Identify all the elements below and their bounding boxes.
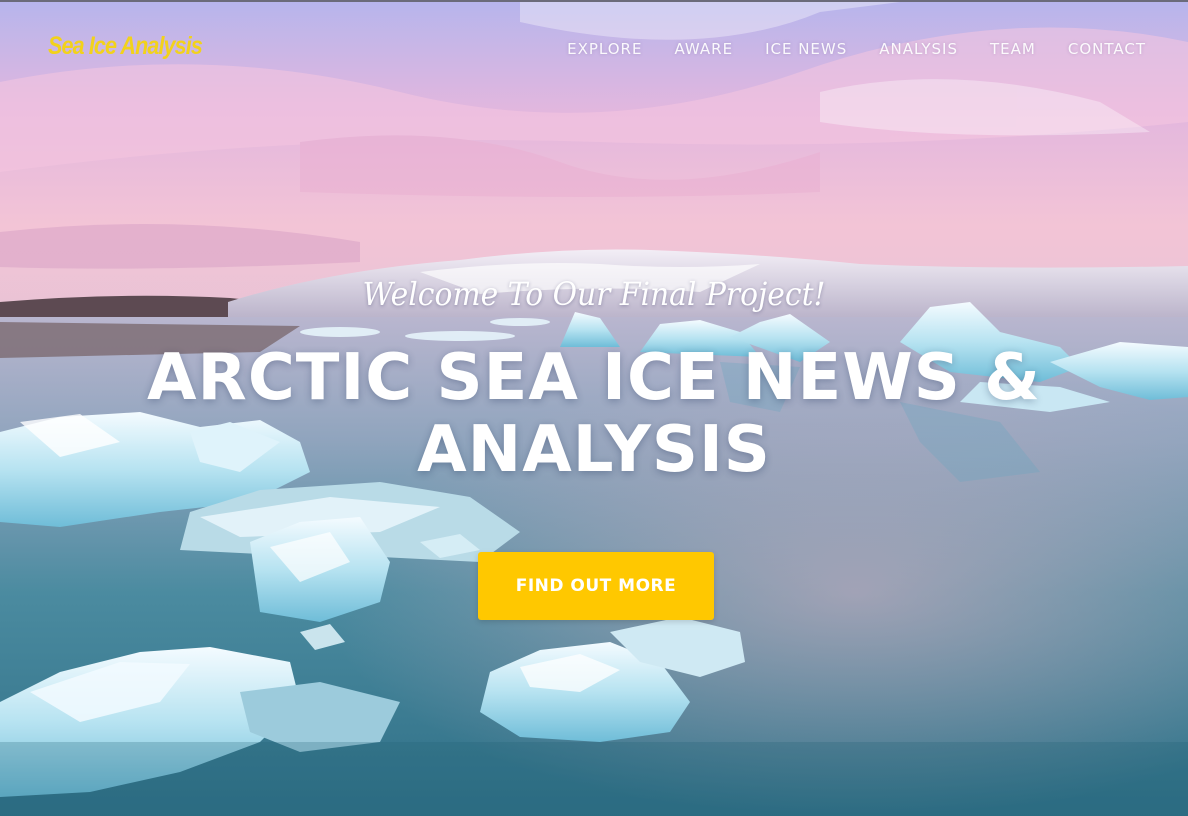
find-out-more-button[interactable]: FIND OUT MORE [478, 552, 714, 620]
hero-subtitle: Welcome To Our Final Project! [362, 275, 826, 313]
nav-link-analysis[interactable]: ANALYSIS [879, 40, 958, 58]
nav-links: EXPLORE AWARE ICE NEWS ANALYSIS TEAM CON… [567, 40, 1146, 58]
brand-logo-link[interactable]: Sea Ice Analysis [48, 32, 203, 61]
landing-page: Sea Ice Analysis EXPLORE AWARE ICE NEWS … [0, 0, 1188, 816]
hero-content: Welcome To Our Final Project! ARCTIC SEA… [0, 270, 1188, 486]
nav-link-aware[interactable]: AWARE [674, 40, 733, 58]
hero-headline: ARCTIC SEA ICE NEWS & ANALYSIS [147, 341, 1041, 487]
top-navbar: Sea Ice Analysis EXPLORE AWARE ICE NEWS … [0, 2, 1188, 98]
nav-link-contact[interactable]: CONTACT [1068, 40, 1146, 58]
nav-link-team[interactable]: TEAM [990, 40, 1036, 58]
nav-link-ice-news[interactable]: ICE NEWS [765, 40, 847, 58]
nav-link-explore[interactable]: EXPLORE [567, 40, 642, 58]
